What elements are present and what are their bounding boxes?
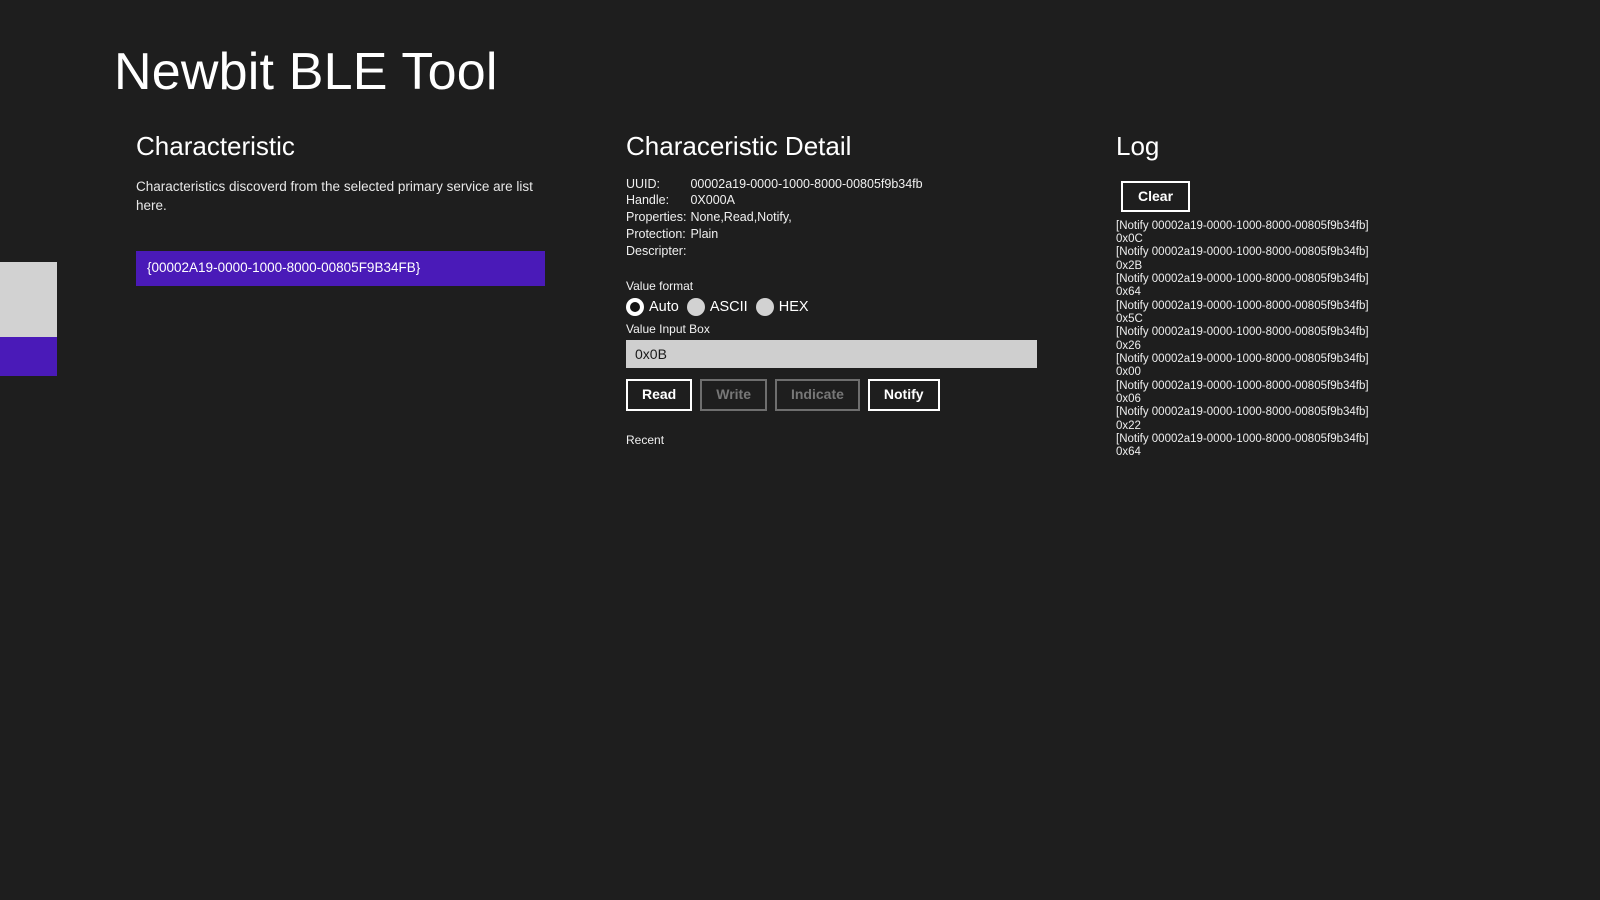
value-input-label: Value Input Box	[626, 321, 710, 336]
log-entry-header: [Notify 00002a19-0000-1000-8000-00805f9b…	[1116, 272, 1369, 285]
radio-circle-icon	[686, 297, 705, 316]
radio-option-ascii[interactable]: ASCII	[686, 297, 748, 316]
log-entry-header: [Notify 00002a19-0000-1000-8000-00805f9b…	[1116, 432, 1369, 445]
radio-circle-icon	[755, 297, 774, 316]
log-entry-value: 0x26	[1116, 339, 1141, 352]
sliver-accent-block	[0, 337, 57, 376]
log-entry-value: 0x22	[1116, 419, 1141, 432]
log-entry-value: 0x00	[1116, 366, 1141, 379]
radio-label-auto: Auto	[649, 298, 679, 315]
detail-heading: Characeristic Detail	[626, 131, 852, 161]
field-value-descripter	[690, 244, 922, 261]
log-entry-value: 0x64	[1116, 286, 1141, 299]
log-entry-header: [Notify 00002a19-0000-1000-8000-00805f9b…	[1116, 406, 1369, 419]
field-value-properties: None,Read,Notify,	[690, 210, 792, 224]
recent-label: Recent	[626, 432, 665, 447]
read-button[interactable]: Read	[626, 379, 693, 411]
radio-option-hex[interactable]: HEX	[755, 297, 809, 316]
field-label-handle: Handle:	[626, 193, 670, 208]
field-value-protection: Plain	[690, 226, 719, 241]
value-format-label: Value format	[626, 279, 694, 294]
log-entry: [Notify 00002a19-0000-1000-8000-00805f9b…	[1116, 300, 1546, 327]
log-entry-header: [Notify 00002a19-0000-1000-8000-00805f9b…	[1116, 379, 1369, 392]
radio-label-ascii: ASCII	[709, 298, 748, 315]
log-entry-header: [Notify 00002a19-0000-1000-8000-00805f9b…	[1116, 352, 1369, 365]
field-label-descripter: Descripter:	[626, 243, 687, 258]
log-entry-value: 0x5C	[1116, 312, 1143, 325]
characteristic-panel: Characteristic Characteristics discoverd…	[136, 130, 576, 286]
log-entry: [Notify 00002a19-0000-1000-8000-00805f9b…	[1116, 273, 1546, 300]
table-row: UUID: 00002a19-0000-1000-8000-00805f9b34…	[626, 177, 923, 194]
table-row: Handle: 0X000A	[626, 193, 923, 210]
log-entry: [Notify 00002a19-0000-1000-8000-00805f9b…	[1116, 220, 1546, 247]
table-row: Descripter:	[626, 244, 923, 261]
value-format-section: Value format Auto ASCII HEX Value Input …	[626, 279, 1066, 369]
log-entry-value: 0x06	[1116, 392, 1141, 405]
write-button: Write	[700, 379, 767, 411]
log-entry: [Notify 00002a19-0000-1000-8000-00805f9b…	[1116, 406, 1546, 433]
value-input-field[interactable]	[626, 340, 1037, 369]
log-entry: [Notify 00002a19-0000-1000-8000-00805f9b…	[1116, 353, 1546, 380]
log-entry-header: [Notify 00002a19-0000-1000-8000-00805f9b…	[1116, 299, 1369, 312]
detail-field-table: UUID: 00002a19-0000-1000-8000-00805f9b34…	[626, 177, 923, 261]
action-button-row: Read Write Indicate Notify	[626, 379, 1066, 411]
log-entry-value: 0x0C	[1116, 232, 1143, 245]
field-label-uuid: UUID:	[626, 176, 661, 191]
characteristic-heading: Characteristic	[136, 131, 295, 161]
value-format-radio-group: Auto ASCII HEX	[626, 297, 1066, 316]
log-entry-header: [Notify 00002a19-0000-1000-8000-00805f9b…	[1116, 219, 1369, 232]
page-title: Newbit BLE Tool	[114, 43, 498, 101]
field-label-properties: Properties:	[626, 210, 687, 224]
log-entry: [Notify 00002a19-0000-1000-8000-00805f9b…	[1116, 326, 1546, 353]
log-entry-header: [Notify 00002a19-0000-1000-8000-00805f9b…	[1116, 246, 1369, 259]
field-value-uuid: 00002a19-0000-1000-8000-00805f9b34fb	[690, 176, 923, 191]
log-heading: Log	[1116, 131, 1160, 161]
notify-button[interactable]: Notify	[867, 379, 940, 411]
table-row: Properties: None,Read,Notify,	[626, 210, 923, 227]
log-entry: [Notify 00002a19-0000-1000-8000-00805f9b…	[1116, 380, 1546, 407]
radio-label-hex: HEX	[778, 298, 809, 315]
characteristic-list: {00002A19-0000-1000-8000-00805F9B34FB}	[136, 250, 545, 286]
list-item[interactable]: {00002A19-0000-1000-8000-00805F9B34FB}	[136, 250, 545, 286]
indicate-button: Indicate	[774, 379, 860, 411]
field-label-protection: Protection:	[626, 226, 686, 241]
log-panel: Log Clear [Notify 00002a19-0000-1000-800…	[1116, 130, 1556, 460]
log-entry-value: 0x2B	[1116, 259, 1143, 272]
log-entry-value: 0x64	[1116, 446, 1141, 459]
table-row: Protection: Plain	[626, 227, 923, 244]
detail-panel: Characeristic Detail UUID: 00002a19-0000…	[626, 130, 1066, 447]
field-value-handle: 0X000A	[690, 193, 735, 208]
radio-circle-icon	[626, 297, 644, 316]
offscreen-panel-sliver	[0, 262, 57, 376]
sliver-gray-block	[0, 262, 57, 337]
log-entry: [Notify 00002a19-0000-1000-8000-00805f9b…	[1116, 246, 1546, 273]
radio-option-auto[interactable]: Auto	[626, 297, 679, 316]
log-entry: [Notify 00002a19-0000-1000-8000-00805f9b…	[1116, 433, 1546, 460]
log-entry-list: [Notify 00002a19-0000-1000-8000-00805f9b…	[1116, 220, 1546, 460]
clear-log-button[interactable]: Clear	[1121, 180, 1191, 212]
log-entry-header: [Notify 00002a19-0000-1000-8000-00805f9b…	[1116, 326, 1369, 339]
characteristic-description: Characteristics discoverd from the selec…	[136, 178, 533, 214]
